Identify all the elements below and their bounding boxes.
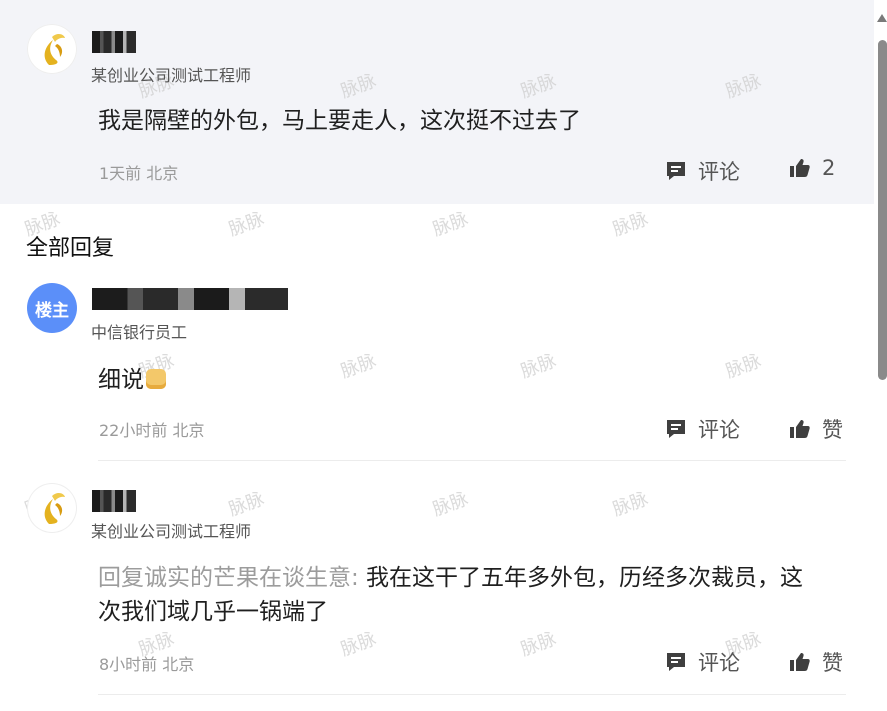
scrollbar-thumb[interactable] [878, 40, 887, 380]
reply-meta: 22小时前 北京 [99, 421, 205, 440]
comment-label: 评论 [698, 418, 740, 442]
reply-content: 细说 [98, 363, 166, 397]
reply-text-line1: 我在这干了五年多外包，历经多次裁员，这 [358, 565, 804, 591]
comment-button[interactable]: 评论 [664, 414, 740, 444]
user-title: 某创业公司测试工程师 [91, 66, 252, 85]
watermark: 脉脉 [518, 628, 560, 661]
watermark: 脉脉 [610, 208, 652, 241]
watermark: 脉脉 [723, 350, 765, 383]
comment-label: 评论 [698, 160, 740, 184]
watermark: 脉脉 [430, 488, 472, 521]
watermark: 脉脉 [338, 350, 380, 383]
reply-text-line2: 次我们域几乎一锅端了 [98, 599, 328, 625]
reply-content: 回复诚实的芒果在谈生意: 我在这干了五年多外包，历经多次裁员，这 次我们域几乎一… [98, 561, 838, 629]
reply-text: 细说 [98, 367, 144, 393]
like-button[interactable]: 赞 [788, 414, 843, 444]
scroll-up-arrow-icon[interactable] [877, 14, 887, 22]
like-button[interactable]: 赞 [788, 647, 843, 677]
like-label: 赞 [822, 418, 843, 442]
host-badge: 楼主 [35, 300, 69, 321]
comment-icon [664, 650, 688, 674]
watermark: 脉脉 [518, 350, 560, 383]
avatar[interactable] [27, 24, 77, 74]
masked-username [92, 31, 136, 53]
watermark: 脉脉 [610, 488, 652, 521]
comment-icon [664, 159, 688, 183]
like-label: 赞 [822, 651, 843, 675]
like-count: 2 [822, 156, 836, 180]
thumbs-up-icon [788, 650, 812, 674]
comment-content: 我是隔壁的外包，马上要走人，这次挺不过去了 [98, 108, 581, 134]
watermark: 脉脉 [430, 208, 472, 241]
divider [98, 694, 846, 695]
masked-username [92, 288, 288, 310]
watermark: 脉脉 [226, 488, 268, 521]
comment-button[interactable]: 评论 [664, 156, 740, 186]
watermark: 脉脉 [338, 628, 380, 661]
grimace-emoji-icon [146, 369, 166, 389]
thumbs-up-icon [788, 156, 812, 180]
comment-label: 评论 [698, 651, 740, 675]
thumbs-up-icon [788, 417, 812, 441]
comment-meta: 1天前 北京 [99, 164, 179, 183]
masked-username [92, 490, 136, 512]
like-button[interactable]: 2 [788, 156, 835, 180]
host-badge-avatar[interactable]: 楼主 [27, 283, 77, 333]
comment-icon [664, 417, 688, 441]
comment-button[interactable]: 评论 [664, 647, 740, 677]
watermark: 脉脉 [226, 208, 268, 241]
avatar[interactable] [27, 483, 77, 533]
reply-target[interactable]: 回复诚实的芒果在谈生意: [98, 565, 359, 591]
reply-meta: 8小时前 北京 [99, 655, 195, 674]
section-header: 全部回复 [26, 236, 115, 261]
user-title: 某创业公司测试工程师 [91, 522, 252, 541]
divider [98, 460, 846, 461]
user-title: 中信银行员工 [91, 323, 188, 342]
